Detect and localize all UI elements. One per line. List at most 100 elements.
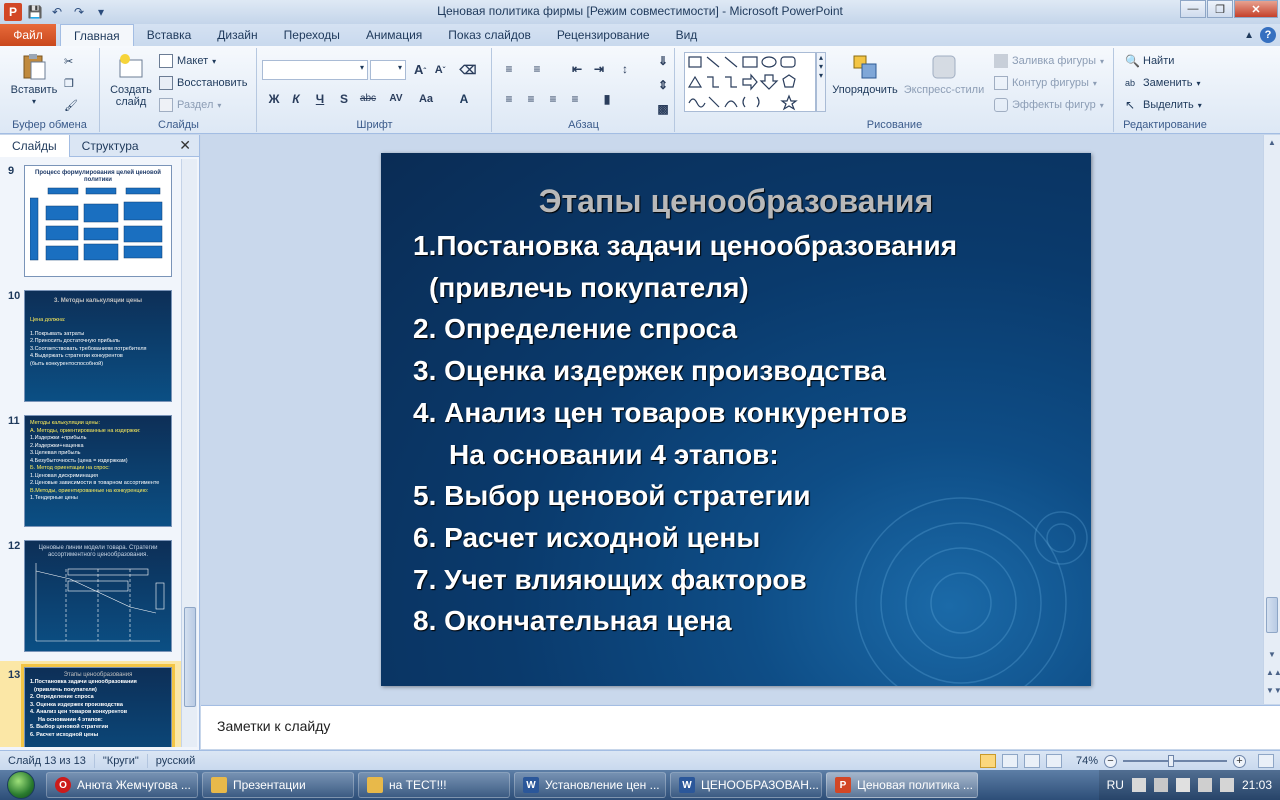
shadow-button[interactable]: S [334, 90, 354, 108]
redo-icon[interactable]: ↷ [70, 3, 88, 21]
flag-icon[interactable] [1175, 778, 1190, 792]
new-slide-button[interactable]: Создать слайд [107, 52, 155, 108]
slide-thumbnail-row[interactable]: 9 Процесс формулирования целей ценовой п… [0, 165, 182, 281]
align-left-icon[interactable]: ≡ [499, 90, 519, 108]
char-spacing-button[interactable]: AV [386, 90, 406, 108]
slide-thumbnail[interactable]: Ценовые линии модели товара. Стратегии а… [24, 540, 172, 652]
tab-outline-panel[interactable]: Структура [70, 135, 151, 157]
bullets-icon[interactable]: ≡ [499, 60, 519, 78]
tab-slides-panel[interactable]: Слайды [0, 134, 70, 157]
tab-design[interactable]: Дизайн [204, 24, 270, 46]
current-slide[interactable]: Этапы ценообразования 1.Постановка задач… [381, 153, 1091, 686]
fit-to-window-icon[interactable] [1258, 754, 1274, 768]
tab-slideshow[interactable]: Показ слайдов [435, 24, 544, 46]
taskbar-item[interactable]: на ТЕСТ!!! [358, 772, 510, 798]
slide-thumbnail-row[interactable]: 12 Ценовые линии модели товара. Стратеги… [0, 540, 182, 656]
arrange-button[interactable]: Упорядочить [826, 52, 904, 96]
taskbar-item-active[interactable]: P Ценовая политика ... [826, 772, 978, 798]
scroll-down-icon[interactable]: ▼ [1266, 649, 1278, 661]
previous-slide-icon[interactable]: ▲▲ [1266, 667, 1280, 679]
tab-view[interactable]: Вид [663, 24, 711, 46]
justify-icon[interactable]: ≡ [565, 90, 585, 108]
powerpoint-app-icon[interactable]: P [4, 3, 22, 21]
section-button[interactable]: Раздел ▾ [159, 96, 221, 114]
layout-button[interactable]: Макет ▾ [159, 52, 216, 70]
language-indicator[interactable]: русский [148, 754, 203, 768]
shapes-gallery-scroll[interactable]: ▴ ▾ ▾ [816, 52, 826, 112]
columns-icon[interactable]: ▮ [597, 90, 617, 108]
slide-sorter-icon[interactable] [1001, 754, 1018, 768]
tab-animations[interactable]: Анимация [353, 24, 435, 46]
notes-pane[interactable]: Заметки к слайду [201, 705, 1280, 749]
shape-outline-button[interactable]: Контур фигуры ▾ [994, 74, 1097, 92]
numbering-icon[interactable]: ≡ [527, 60, 547, 78]
normal-view-icon[interactable] [979, 754, 996, 768]
tab-home[interactable]: Главная [60, 24, 134, 46]
speaker-icon[interactable] [1219, 778, 1234, 792]
help-icon[interactable]: ? [1260, 27, 1276, 43]
scrollbar-thumb[interactable] [1266, 597, 1278, 633]
bold-button[interactable]: Ж [264, 90, 284, 108]
italic-button[interactable]: К [286, 90, 306, 108]
clock[interactable]: 21:03 [1242, 778, 1272, 792]
customize-qat-icon[interactable]: ▾ [92, 3, 110, 21]
display-icon[interactable] [1197, 778, 1212, 792]
increase-indent-icon[interactable]: ⇥ [589, 60, 609, 78]
text-direction-icon[interactable]: ⇓ [653, 52, 673, 70]
taskbar-item[interactable]: Презентации [202, 772, 354, 798]
font-color-icon[interactable]: A [454, 90, 474, 108]
grow-font-icon[interactable]: Aˆ [410, 61, 430, 79]
zoom-out-icon[interactable]: − [1104, 754, 1117, 768]
taskbar-item[interactable]: O Анюта Жемчугова ... [46, 772, 198, 798]
volume-icon[interactable] [1153, 778, 1168, 792]
find-button[interactable]: 🔍 Найти [1125, 52, 1174, 70]
decrease-indent-icon[interactable]: ⇤ [567, 60, 587, 78]
replace-button[interactable]: ab Заменить ▾ [1125, 74, 1200, 92]
shapes-gallery[interactable] [684, 52, 816, 112]
close-button[interactable]: ✕ [1234, 0, 1278, 18]
change-case-button[interactable]: Aa [416, 90, 436, 108]
theme-name[interactable]: "Круги" [95, 753, 148, 768]
format-painter-icon[interactable]: 🖌 [64, 96, 78, 114]
tab-insert[interactable]: Вставка [134, 24, 205, 46]
cut-icon[interactable]: ✂ [64, 52, 73, 70]
font-name-combo[interactable]: ▾ [262, 60, 368, 80]
zoom-slider-knob[interactable] [1168, 755, 1175, 767]
slide-thumbnail[interactable]: Процесс формулирования целей ценовой пол… [24, 165, 172, 277]
scrollbar-thumb[interactable] [184, 607, 196, 707]
undo-icon[interactable]: ↶ [48, 3, 66, 21]
slide-thumbnail-row-selected[interactable]: 13 Этапы ценообразования 1.Постановка за… [0, 661, 182, 747]
font-size-combo[interactable]: ▾ [370, 60, 406, 80]
zoom-slider[interactable] [1123, 755, 1227, 767]
smartart-icon[interactable]: ▩ [653, 100, 673, 118]
slide-content-list[interactable]: 1.Постановка задачи ценообразования (при… [413, 225, 1073, 642]
slide-thumbnail-selected[interactable]: Этапы ценообразования 1.Постановка задач… [21, 664, 175, 747]
slide-thumbnail[interactable]: 3. Методы калькуляции цены Цена должна: … [24, 290, 172, 402]
restore-button[interactable]: ❐ [1207, 0, 1233, 18]
start-button[interactable] [0, 770, 42, 800]
language-indicator-tray[interactable]: RU [1107, 778, 1124, 792]
slides-panel-scrollbar[interactable] [181, 159, 197, 747]
slide-title[interactable]: Этапы ценообразования [381, 183, 1091, 220]
save-icon[interactable]: 💾 [26, 3, 44, 21]
minimize-ribbon-icon[interactable]: ▲ [1244, 30, 1254, 41]
strikethrough-button[interactable]: abc [358, 90, 378, 108]
reset-button[interactable]: Восстановить [159, 74, 247, 92]
copy-icon[interactable]: ❐ [64, 74, 74, 92]
tab-transitions[interactable]: Переходы [271, 24, 353, 46]
align-right-icon[interactable]: ≡ [543, 90, 563, 108]
paste-button[interactable]: Вставить ▾ [8, 52, 60, 108]
clear-format-icon[interactable]: ⌫ [458, 61, 478, 79]
shape-effects-button[interactable]: Эффекты фигур ▾ [994, 96, 1104, 114]
close-panel-icon[interactable]: ✕ [179, 137, 199, 154]
taskbar-item[interactable]: W ЦЕНООБРАЗОВАН... [670, 772, 822, 798]
zoom-in-icon[interactable]: + [1233, 754, 1246, 768]
underline-button[interactable]: Ч [310, 90, 330, 108]
slide-thumbnail[interactable]: Методы калькуляции цены: А. Методы, орие… [24, 415, 172, 527]
minimize-button[interactable]: — [1180, 0, 1206, 18]
taskbar-item[interactable]: W Установление цен ... [514, 772, 666, 798]
zoom-level[interactable]: 74% [1076, 755, 1098, 767]
shrink-font-icon[interactable]: Aˇ [430, 61, 450, 79]
tab-review[interactable]: Рецензирование [544, 24, 663, 46]
tab-file[interactable]: Файл [0, 24, 56, 46]
